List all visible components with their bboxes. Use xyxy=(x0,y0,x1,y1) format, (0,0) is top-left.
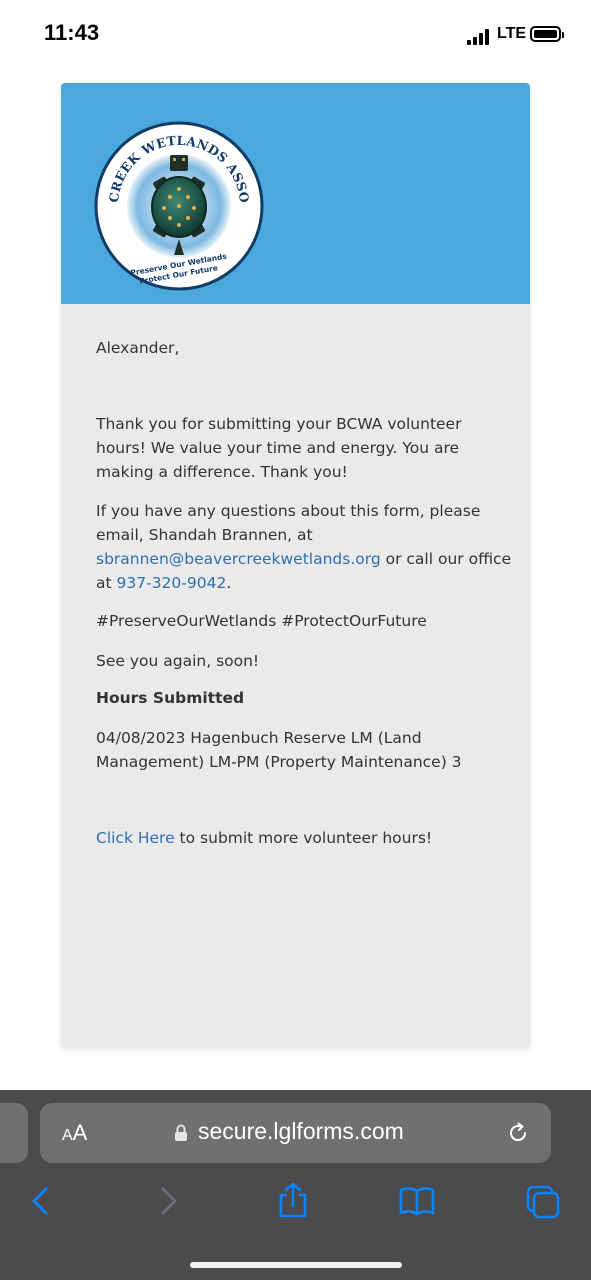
home-indicator[interactable] xyxy=(190,1262,402,1268)
header-banner: BEAVER CREEK WETLANDS ASSOCIATION Preser… xyxy=(61,83,530,304)
email-card: BEAVER CREEK WETLANDS ASSOCIATION Preser… xyxy=(61,83,530,1047)
text-size-button[interactable]: AA xyxy=(62,1120,87,1146)
browser-toolbar: AA secure.lglforms.com xyxy=(0,1090,591,1280)
submit-more-line: Click Here to submit more volunteer hour… xyxy=(96,826,516,850)
hours-submitted-heading: Hours Submitted xyxy=(96,689,245,707)
share-icon[interactable] xyxy=(276,1182,310,1218)
url-text[interactable]: secure.lglforms.com xyxy=(198,1118,404,1145)
click-here-link[interactable]: Click Here xyxy=(96,829,175,847)
network-type: LTE xyxy=(497,25,527,42)
status-time: 11:43 xyxy=(44,20,100,45)
lock-icon xyxy=(175,1124,187,1141)
hours-entry: 04/08/2023 Hagenbuch Reserve LM (Land Ma… xyxy=(96,729,462,771)
address-bar[interactable]: AA secure.lglforms.com xyxy=(40,1103,551,1163)
signal-strength-icon xyxy=(467,29,493,45)
submit-more-text: to submit more volunteer hours! xyxy=(174,829,433,847)
questions-text: If you have any questions about this for… xyxy=(96,502,481,544)
contact-email-link[interactable]: sbrannen@beavercreekwetlands.org xyxy=(96,550,381,568)
battery-icon xyxy=(530,26,564,42)
greeting: Alexander, xyxy=(96,339,180,357)
hashtags: #PreserveOurWetlands #ProtectOurFuture xyxy=(96,612,427,630)
contact-phone-link[interactable]: 937-320-9042 xyxy=(117,574,227,592)
status-bar: 11:43 LTE xyxy=(0,0,591,70)
bookmarks-icon[interactable] xyxy=(399,1185,435,1217)
forward-icon[interactable] xyxy=(152,1185,184,1217)
back-icon[interactable] xyxy=(25,1185,57,1217)
signoff: See you again, soon! xyxy=(96,652,260,670)
questions-text-end: . xyxy=(226,574,232,592)
thank-you-paragraph: Thank you for submitting your BCWA volun… xyxy=(96,415,462,481)
reload-icon[interactable] xyxy=(506,1121,530,1145)
bcwa-logo: BEAVER CREEK WETLANDS ASSOCIATION Preser… xyxy=(94,121,264,291)
tabs-icon[interactable] xyxy=(526,1185,560,1219)
questions-paragraph: If you have any questions about this for… xyxy=(96,499,516,595)
previous-tab-preview[interactable] xyxy=(0,1103,28,1163)
